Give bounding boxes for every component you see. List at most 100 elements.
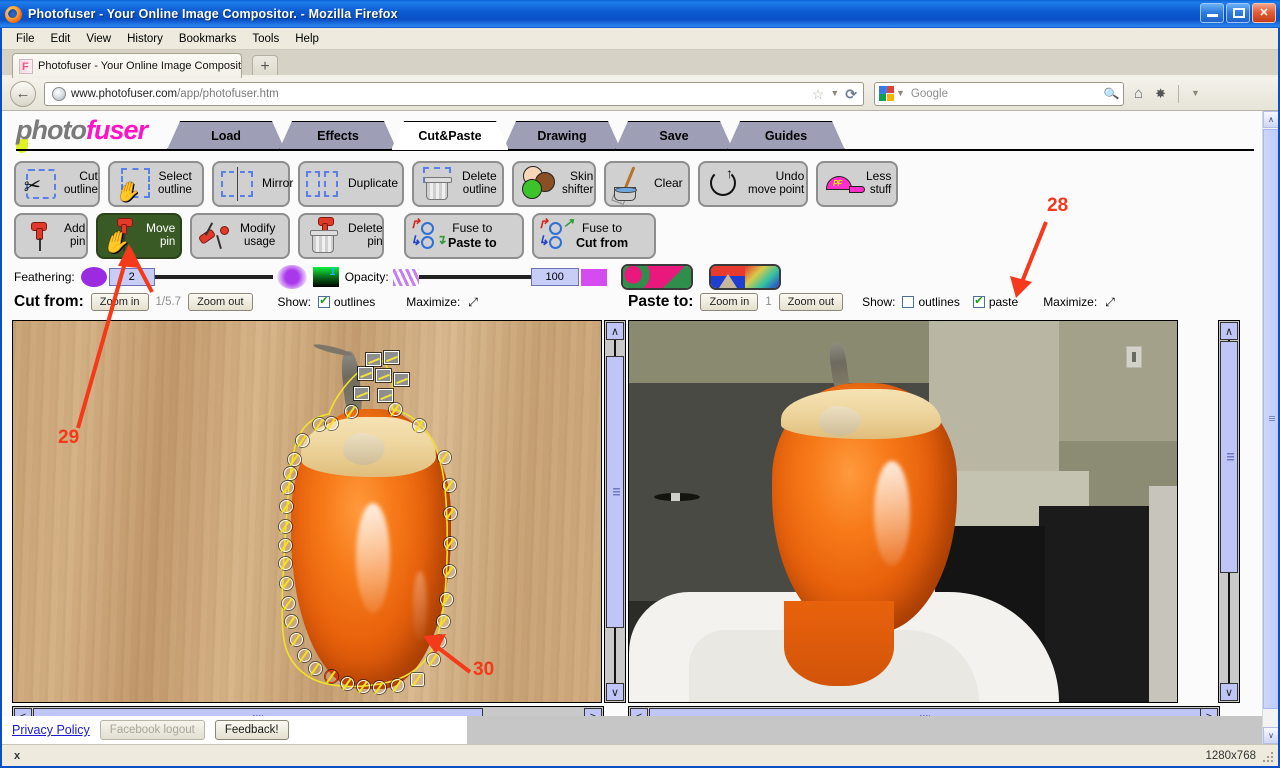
paste-to-zoom-out-button[interactable]: Zoom out <box>778 293 844 311</box>
tab-load[interactable]: Load <box>167 121 285 150</box>
skin-shifter-button[interactable]: Skin shifter <box>512 161 596 207</box>
paste-to-maximize-label[interactable]: Maximize: <box>1043 295 1097 309</box>
url-bar[interactable]: www.photofuser.com/app/photofuser.htm ☆ … <box>44 81 864 106</box>
cut-outline-button[interactable]: ✂ Cut outline <box>14 161 100 207</box>
scroll-down-arrow-icon[interactable]: ∨ <box>1220 683 1238 701</box>
scroll-down-arrow-icon[interactable]: ∨ <box>606 683 624 701</box>
maximize-button[interactable] <box>1226 3 1250 23</box>
blend-swatch-scatter-icon[interactable] <box>622 266 657 288</box>
paste-to-outlines-checkbox[interactable] <box>902 296 915 308</box>
clear-button[interactable]: Clear <box>604 161 690 207</box>
menu-view[interactable]: View <box>78 31 119 47</box>
fuse-to-paste-to-button[interactable]: ↱ ↳ ↴ Fuse to Paste to <box>404 213 524 259</box>
cut-from-zoom-in-button[interactable]: Zoom in <box>90 293 149 311</box>
scrollbar-thumb[interactable] <box>606 356 624 628</box>
urlbar-actions: ☆ ▼ ⟳ <box>812 87 859 101</box>
scroll-up-arrow-icon[interactable]: ∧ <box>1220 322 1238 340</box>
privacy-policy-link[interactable]: Privacy Policy <box>12 723 90 737</box>
window-resize-grip[interactable] <box>1261 750 1275 764</box>
blend-swatch-gradient-icon[interactable] <box>744 266 779 288</box>
cut-from-maximize-label[interactable]: Maximize: <box>406 295 460 309</box>
cut-outline-label: Cut outline <box>64 169 98 197</box>
select-outline-label: Select outline <box>158 169 192 197</box>
blend-swatch-triangle-icon[interactable] <box>710 266 745 288</box>
opacity-slider-track[interactable] <box>418 275 531 279</box>
add-pin-button[interactable]: Add pin <box>14 213 88 259</box>
toolbar-overflow-chevron-icon[interactable]: ▼ <box>1191 89 1200 98</box>
cut-from-outlines-checkbox[interactable] <box>317 296 330 308</box>
paste-to-canvas[interactable] <box>628 320 1178 703</box>
blend-swatch-split-icon[interactable] <box>656 266 691 288</box>
search-bar[interactable]: ▼ Google 🔍 <box>874 81 1124 106</box>
paste-to-zoom-in-button[interactable]: Zoom in <box>700 293 759 311</box>
mirror-button[interactable]: Mirror <box>212 161 293 207</box>
maximize-arrows-icon[interactable]: ⤢ <box>1105 295 1115 310</box>
fuse-to-cut-from-button[interactable]: ↱ ↳ ↗ Fuse to Cut from <box>532 213 656 259</box>
reload-icon[interactable]: ⟳ <box>845 87 857 101</box>
page-footer: Privacy Policy Facebook logout Feedback! <box>2 716 1278 744</box>
smiley-faces-icon <box>518 164 558 204</box>
firefox-logo-icon <box>5 5 22 23</box>
select-outline-button[interactable]: ✋ Select outline <box>108 161 204 207</box>
feedback-button[interactable]: Feedback! <box>214 720 289 740</box>
browser-tab-title: Photofuser - Your Online Image Composito… <box>38 60 241 72</box>
fuse-arrows-icon: ↱ ↳ ↴ <box>410 216 446 249</box>
tab-effects[interactable]: Effects <box>279 121 397 150</box>
cut-from-canvas[interactable] <box>12 320 602 703</box>
plugin-icon[interactable]: ✸ <box>1155 87 1166 100</box>
page-vertical-scrollbar[interactable]: ∧ ∨ <box>1262 111 1278 744</box>
menu-file[interactable]: File <box>8 31 43 47</box>
bookmark-star-icon[interactable]: ☆ <box>812 87 825 101</box>
tab-cut-and-paste[interactable]: Cut&Paste <box>391 121 509 150</box>
opacity-value[interactable]: 100 <box>530 268 579 286</box>
close-button[interactable]: ✕ <box>1252 3 1276 23</box>
blend-mode-swatches-1[interactable] <box>620 264 693 290</box>
search-icon[interactable]: 🔍 <box>1103 85 1120 101</box>
menu-tools[interactable]: Tools <box>244 31 287 47</box>
duplicate-button[interactable]: Duplicate <box>298 161 404 207</box>
blend-mode-swatches-2[interactable] <box>708 264 781 290</box>
search-input[interactable]: Google <box>911 88 948 100</box>
less-stuff-button[interactable]: PF Less stuff <box>816 161 898 207</box>
gradient-swatch-icon[interactable]: 1 <box>312 266 339 287</box>
skin-shifter-label: Skin shifter <box>562 169 594 197</box>
delete-pin-button[interactable]: Delete pin <box>298 213 384 259</box>
search-engine-chevron-icon[interactable]: ▼ <box>896 89 905 98</box>
paste-to-vertical-scrollbar[interactable]: ∧ ∨ <box>1218 320 1240 703</box>
hand-dashbox-icon: ✋ <box>114 164 154 204</box>
feathering-slider-track[interactable] <box>154 275 273 279</box>
photofuser-logo[interactable]: photofuser <box>16 117 148 144</box>
url-text: www.photofuser.com/app/photofuser.htm <box>71 88 279 100</box>
move-pin-button[interactable]: ✋ Move pin <box>96 213 182 259</box>
chevron-down-icon[interactable]: ▼ <box>830 89 839 98</box>
paste-to-paste-checkbox[interactable] <box>972 296 985 308</box>
tab-guides[interactable]: Guides <box>727 121 845 150</box>
menu-history[interactable]: History <box>119 31 171 47</box>
page-scroll-down-icon[interactable]: ∨ <box>1263 727 1278 744</box>
back-arrow-icon[interactable]: ← <box>10 80 36 107</box>
delete-outline-button[interactable]: Delete outline <box>412 161 504 207</box>
page-scroll-up-icon[interactable]: ∧ <box>1263 111 1278 128</box>
home-icon[interactable]: ⌂ <box>1134 86 1143 101</box>
tab-save[interactable]: Save <box>615 121 733 150</box>
menu-edit[interactable]: Edit <box>43 31 79 47</box>
new-tab-button[interactable]: + <box>252 55 278 77</box>
menu-help[interactable]: Help <box>287 31 327 47</box>
tab-drawing[interactable]: Drawing <box>503 121 621 150</box>
page-scroll-thumb[interactable] <box>1263 129 1278 709</box>
cut-from-vertical-scrollbar[interactable]: ∧ ∨ <box>604 320 626 703</box>
facebook-logout-button: Facebook logout <box>99 720 205 740</box>
menu-bookmarks[interactable]: Bookmarks <box>171 31 245 47</box>
browser-tab-photofuser[interactable]: Photofuser - Your Online Image Composito… <box>12 53 242 78</box>
modify-usage-button[interactable]: Modify usage <box>190 213 290 259</box>
feathering-value[interactable]: 2 <box>108 268 155 286</box>
minimize-button[interactable] <box>1200 3 1224 23</box>
move-pin-label: Move pin <box>146 221 176 249</box>
maximize-arrows-icon[interactable]: ⤢ <box>468 295 478 310</box>
undo-move-point-button[interactable]: ↑ Undo move point <box>698 161 808 207</box>
window-titlebar: Photofuser - Your Online Image Composito… <box>0 0 1280 28</box>
scrollbar-thumb[interactable] <box>1220 341 1238 573</box>
footer-filler <box>467 716 1278 744</box>
cut-from-zoom-out-button[interactable]: Zoom out <box>188 293 253 311</box>
scroll-up-arrow-icon[interactable]: ∧ <box>606 322 624 340</box>
